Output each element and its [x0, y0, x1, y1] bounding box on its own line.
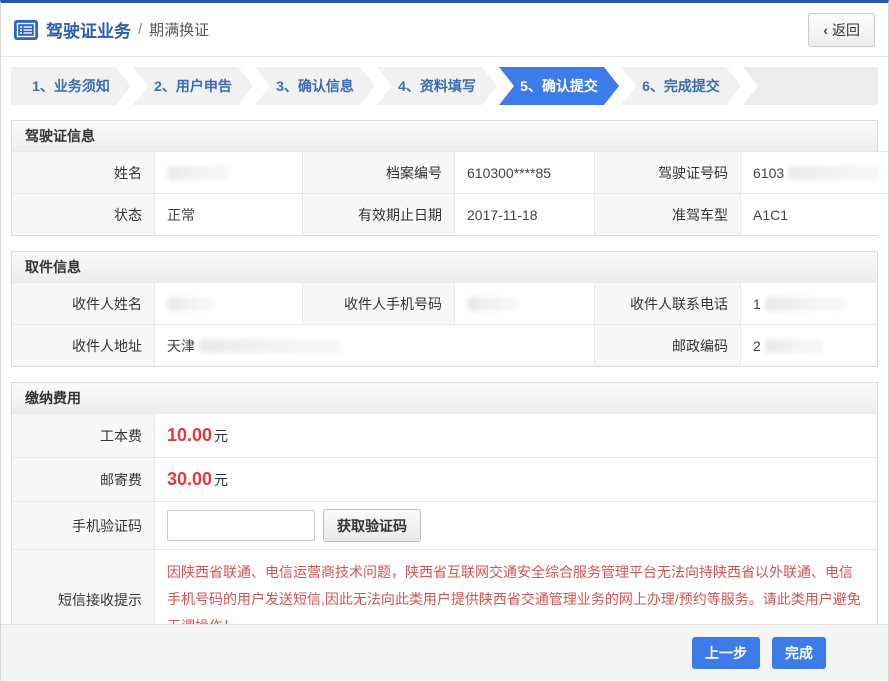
expiry-value: 2017-11-18: [454, 193, 594, 235]
recipient-address-label: 收件人地址: [12, 324, 154, 366]
footer-bar: 上一步 完成: [1, 624, 888, 681]
file-number-label: 档案编号: [302, 151, 454, 193]
breadcrumb-divider: /: [138, 21, 142, 38]
recipient-phone-label: 收件人联系电话: [594, 282, 740, 324]
step-1-business-notice[interactable]: 1、业务须知: [11, 67, 131, 105]
pickup-section-title: 取件信息: [12, 252, 877, 282]
back-button[interactable]: ‹ 返回: [808, 13, 875, 47]
mailing-fee-value: 30.00 元: [154, 457, 877, 501]
back-button-label: 返回: [832, 20, 860, 40]
recipient-name-label: 收件人姓名: [12, 282, 154, 324]
production-fee-value: 10.00 元: [154, 413, 877, 457]
production-fee-label: 工本费: [12, 413, 154, 457]
recipient-address-value: 天津: [154, 324, 594, 366]
license-list-icon: [14, 20, 38, 40]
license-info-section: 驾驶证信息 姓名 档案编号 610300****85 驾驶证号码 6103 〈 …: [11, 120, 878, 236]
file-number-value: 610300****85: [454, 151, 594, 193]
vehicle-class-value: A1C1: [740, 193, 889, 235]
name-value: [154, 151, 302, 193]
status-label: 状态: [12, 193, 154, 235]
status-value: 正常: [154, 193, 302, 235]
pickup-info-section: 取件信息 收件人姓名 收件人手机号码 收件人联系电话 1 收件人地址 天津 邮政…: [11, 251, 878, 367]
step-bar-filler: [743, 67, 878, 105]
postcode-value: 2: [740, 324, 877, 366]
recipient-mobile-value: [454, 282, 594, 324]
header: 驾驶证业务 / 期满换证 ‹ 返回: [1, 3, 888, 57]
step-5-confirm-submit[interactable]: 5、确认提交: [499, 67, 619, 105]
chevron-left-icon: ‹: [823, 22, 828, 38]
page: 驾驶证业务 / 期满换证 ‹ 返回 1、业务须知 2、用户申告 3、确认信息 4…: [0, 0, 889, 682]
fees-section: 缴纳费用 工本费 10.00 元 邮寄费 30.00 元 手机验证码 获取验证码…: [11, 382, 878, 650]
license-section-title: 驾驶证信息: [12, 121, 877, 151]
vehicle-class-label: 准驾车型: [594, 193, 740, 235]
previous-step-button[interactable]: 上一步: [692, 637, 760, 669]
step-2-user-declaration[interactable]: 2、用户申告: [133, 67, 253, 105]
step-6-finish-submit[interactable]: 6、完成提交: [621, 67, 741, 105]
step-3-confirm-info[interactable]: 3、确认信息: [255, 67, 375, 105]
get-sms-code-button[interactable]: 获取验证码: [323, 509, 421, 542]
sms-code-label: 手机验证码: [12, 501, 154, 549]
step-wizard: 1、业务须知 2、用户申告 3、确认信息 4、资料填写 5、确认提交 6、完成提…: [11, 67, 878, 105]
recipient-name-value: [154, 282, 302, 324]
expiry-label: 有效期止日期: [302, 193, 454, 235]
breadcrumb-current: 期满换证: [149, 19, 209, 40]
finish-button[interactable]: 完成: [772, 637, 826, 669]
recipient-mobile-label: 收件人手机号码: [302, 282, 454, 324]
name-label: 姓名: [12, 151, 154, 193]
step-4-fill-materials[interactable]: 4、资料填写: [377, 67, 497, 105]
sms-code-input[interactable]: [167, 510, 315, 541]
license-number-value: 6103 〈: [740, 151, 889, 193]
sms-code-row: 获取验证码: [154, 501, 877, 549]
mailing-fee-label: 邮寄费: [12, 457, 154, 501]
recipient-phone-value: 1: [740, 282, 877, 324]
page-title: 驾驶证业务: [46, 17, 131, 42]
license-number-label: 驾驶证号码: [594, 151, 740, 193]
postcode-label: 邮政编码: [594, 324, 740, 366]
fees-section-title: 缴纳费用: [12, 383, 877, 413]
